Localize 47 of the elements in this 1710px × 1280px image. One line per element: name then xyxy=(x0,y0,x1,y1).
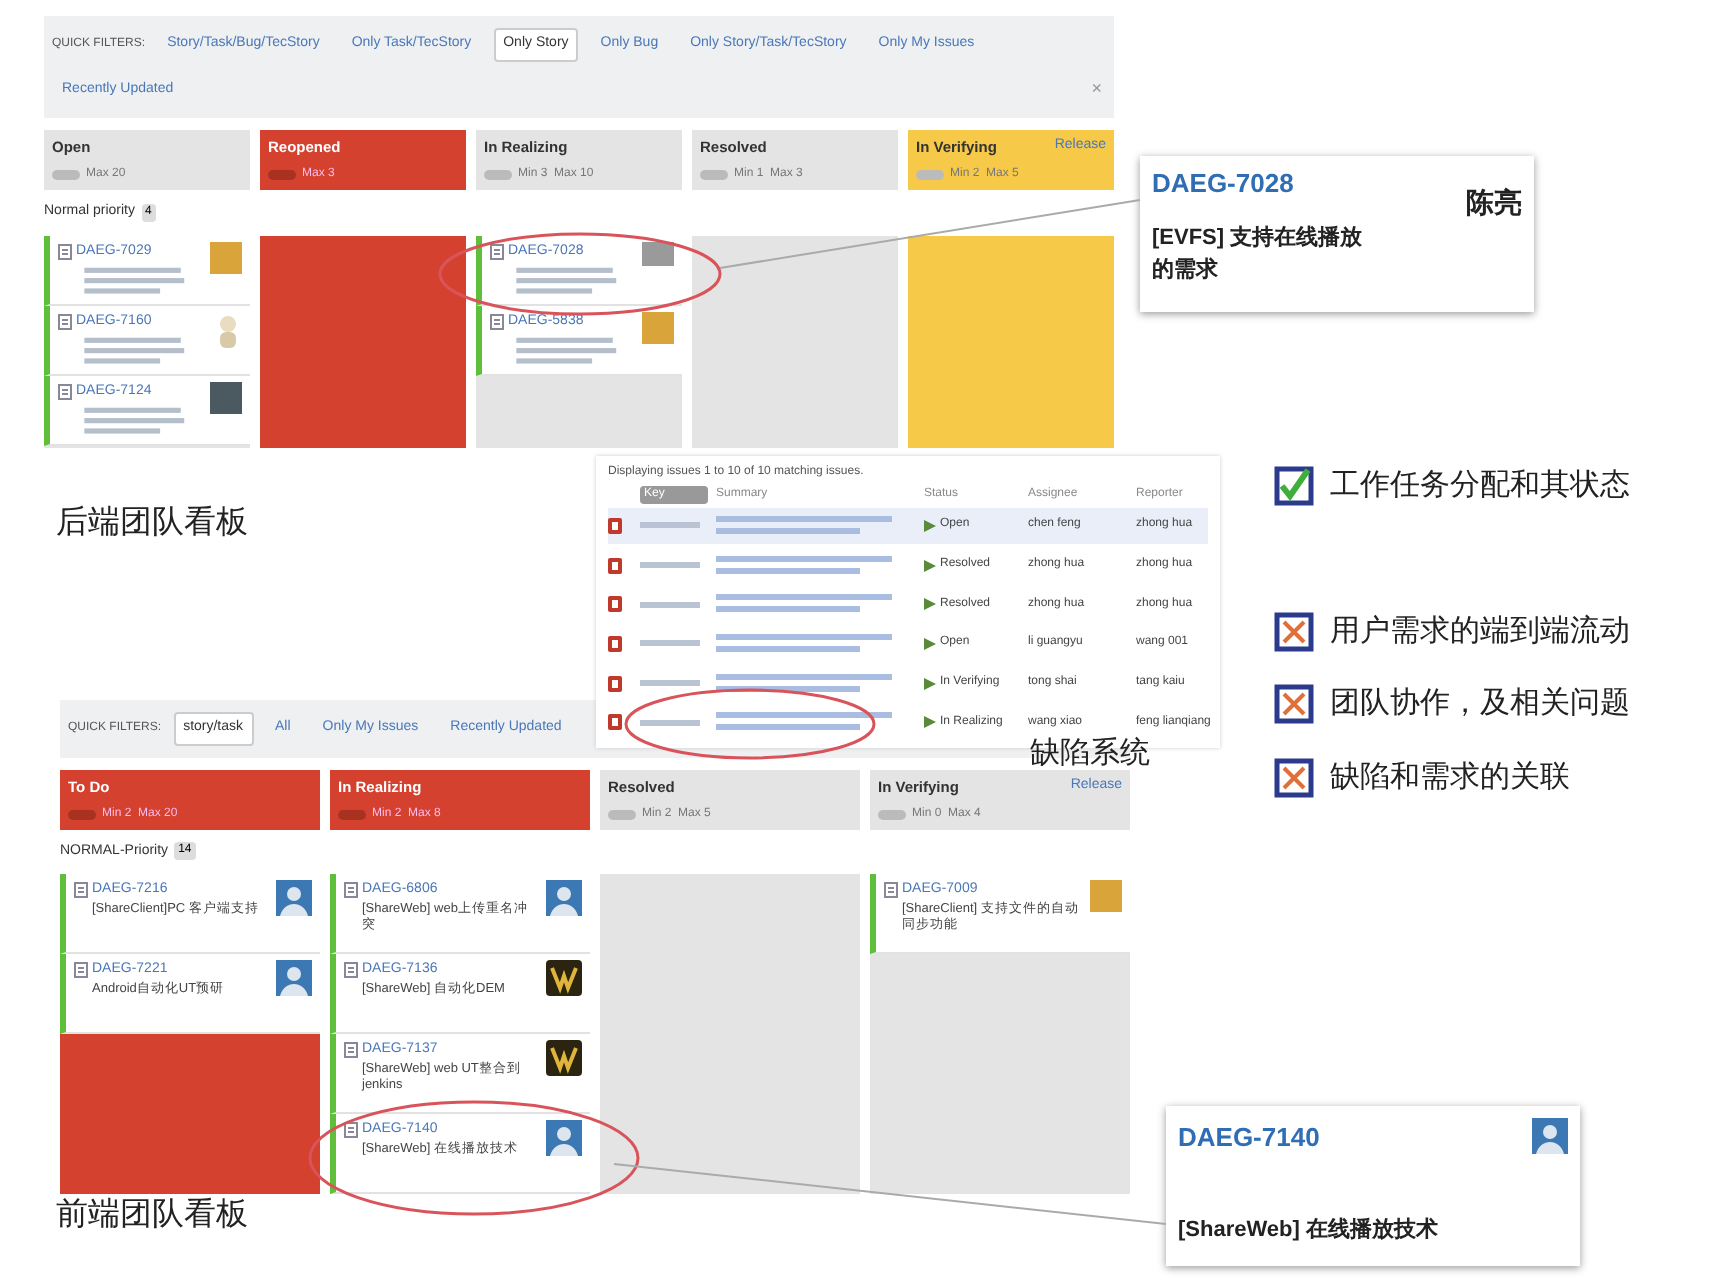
signature-text: 陈亮 xyxy=(1466,185,1522,224)
avatar-placeholder xyxy=(1090,880,1122,912)
callout-issue-key: DAEG-7028 xyxy=(1152,164,1294,226)
board-caption: 后端团队看板 xyxy=(56,503,248,544)
status-arrow-icon xyxy=(924,559,936,571)
blurred-key-drawing xyxy=(640,562,700,568)
blurred-key-drawing xyxy=(640,522,700,529)
avatar-silhouette-icon xyxy=(546,1120,582,1156)
status-arrow-icon xyxy=(924,677,936,690)
status-arrow-icon xyxy=(924,598,936,611)
avatar-logo-icon xyxy=(546,960,582,996)
avatar-placeholder xyxy=(210,241,242,273)
checklist-text: 用户需求的端到端流动 xyxy=(1330,611,1630,651)
count-pill xyxy=(700,170,728,180)
avatar-silhouette-icon xyxy=(1532,1118,1568,1154)
blurred-key-drawing xyxy=(640,601,700,608)
avatar-silhouette-icon xyxy=(276,880,312,916)
close-button[interactable]: × xyxy=(1087,76,1106,103)
count-pill xyxy=(52,170,80,180)
count-pill xyxy=(916,170,944,180)
blurred-key-drawing xyxy=(640,640,700,647)
blurred-key-drawing xyxy=(640,719,700,726)
callout-summary: [EVFS] 支持在线播放的需求 xyxy=(1152,223,1365,286)
avatar-placeholder xyxy=(642,241,674,265)
board-caption: 缺陷系统 xyxy=(1030,738,1150,768)
blurred-key-drawing xyxy=(640,680,700,687)
count-pill xyxy=(68,809,96,819)
count-pill xyxy=(878,809,906,819)
count-pill xyxy=(268,170,296,180)
count-pill xyxy=(338,809,366,819)
callout-issue-key: DAEG-7140 xyxy=(1178,1118,1320,1157)
checklist-text: 团队协作，及相关问题 xyxy=(1330,684,1630,724)
callout-summary: [ShareWeb] 在线播放技术 xyxy=(1178,1215,1440,1245)
avatar-logo-icon xyxy=(546,1040,582,1076)
checklist-text: 工作任务分配和其状态 xyxy=(1330,466,1630,506)
board-caption: 前端团队看板 xyxy=(56,1195,248,1236)
status-arrow-icon xyxy=(924,637,936,650)
photo-placeholder xyxy=(210,381,242,413)
avatar-figure-icon xyxy=(214,311,242,347)
checklist-text: 缺陷和需求的关联 xyxy=(1330,757,1570,797)
status-arrow-icon xyxy=(924,519,936,532)
count-pill xyxy=(608,809,636,819)
avatar-placeholder xyxy=(642,311,674,343)
status-arrow-icon xyxy=(924,716,936,729)
avatar-silhouette-icon xyxy=(276,960,312,996)
count-pill xyxy=(484,170,512,180)
avatar-silhouette-icon xyxy=(546,880,582,916)
